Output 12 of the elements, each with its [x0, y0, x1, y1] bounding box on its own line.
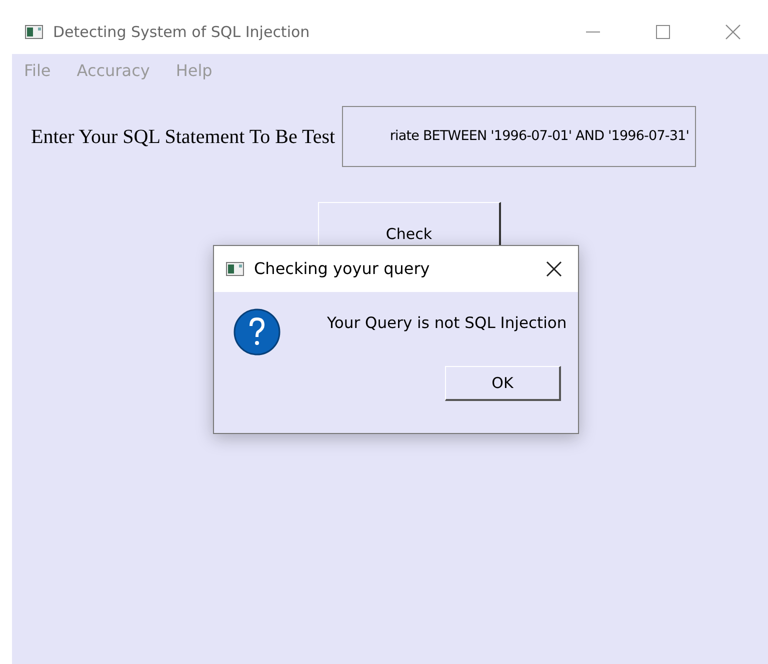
prompt-label: Enter Your SQL Statement To Be Test	[31, 124, 336, 150]
query-field[interactable]: riate BETWEEN '1996-07-01' AND '1996-07-31'	[342, 106, 696, 167]
app-icon	[226, 262, 244, 276]
minimize-icon	[586, 31, 600, 33]
dialog-message: Your Query is not SQL Injection	[327, 313, 567, 334]
app-icon	[25, 25, 43, 39]
close-icon	[725, 24, 741, 40]
maximize-icon	[656, 25, 670, 39]
close-icon	[546, 261, 562, 277]
question-icon	[233, 308, 281, 356]
ok-button[interactable]: OK	[445, 366, 561, 401]
window-title: Detecting System of SQL Injection	[53, 22, 310, 43]
